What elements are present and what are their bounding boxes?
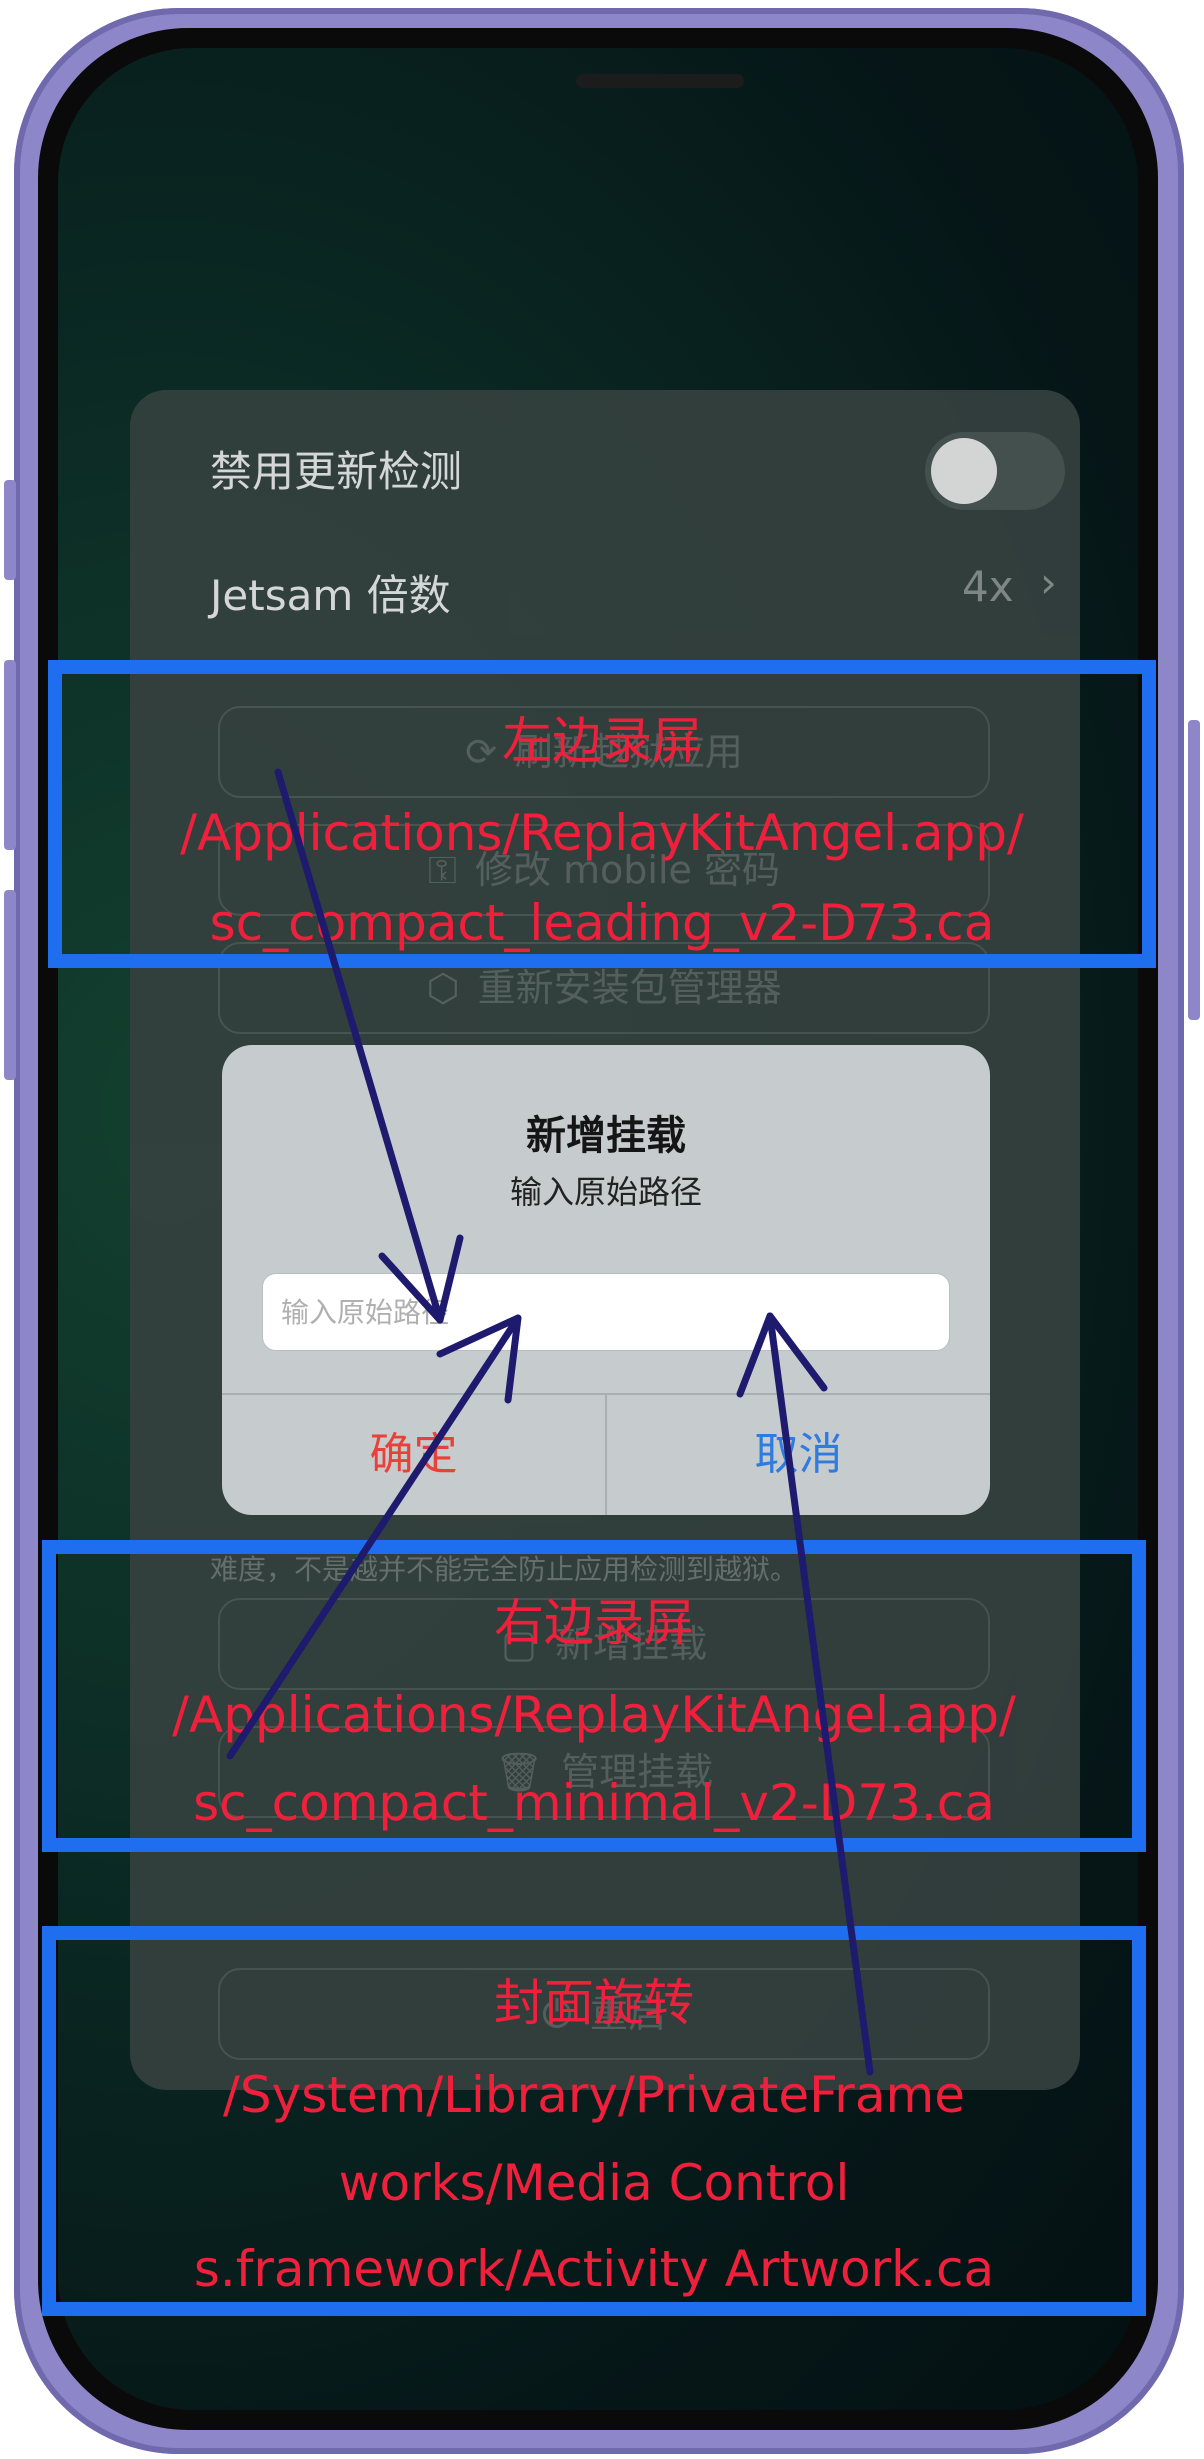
mute-switch [4, 480, 16, 580]
volume-down-button [4, 890, 16, 1080]
annotation-path-line: /Applications/ReplayKitAngel.app/ [180, 804, 1024, 862]
reinstall-label: 重新安装包管理器 [477, 966, 782, 1010]
annotation-box-left-record: 左边录屏 /Applications/ReplayKitAngel.app/ s… [48, 660, 1156, 968]
annotation-title: 封面旋转 [494, 1974, 694, 2032]
volume-up-button [4, 660, 16, 850]
annotation-path-line: sc_compact_leading_v2-D73.ca [209, 894, 995, 952]
annotation-path-line: s.framework/Activity Artwork.ca [193, 2240, 995, 2298]
dialog-title: 新增挂载 [526, 1113, 686, 1159]
toggle-knob [931, 438, 997, 504]
annotation-path-line: works/Media Control [338, 2154, 850, 2212]
disable-update-check-label: 禁用更新检测 [210, 447, 463, 496]
jetsam-multiplier-value[interactable]: 4x [962, 562, 1014, 611]
annotation-box-right-record: 右边录屏 /Applications/ReplayKitAngel.app/ s… [42, 1540, 1146, 1852]
jetsam-multiplier-label: Jetsam 倍数 [210, 571, 451, 620]
original-path-input[interactable] [262, 1273, 950, 1351]
annotation-path-line: sc_compact_minimal_v2-D73.ca [193, 1774, 995, 1832]
confirm-button[interactable]: 确定 [222, 1395, 605, 1515]
speaker-grille [576, 74, 744, 88]
annotation-box-cover-rotation: 封面旋转 /System/Library/PrivateFrame works/… [42, 1926, 1146, 2316]
power-button [1188, 720, 1200, 1020]
annotation-path-line: /Applications/ReplayKitAngel.app/ [172, 1686, 1016, 1744]
annotation-title: 左边录屏 [502, 712, 702, 770]
package-icon: ⬡ [426, 966, 460, 1010]
cancel-button[interactable]: 取消 [607, 1395, 990, 1515]
annotation-title: 右边录屏 [494, 1594, 694, 1652]
dialog-message: 输入原始路径 [509, 1173, 702, 1211]
chevron-right-icon: › [1040, 558, 1057, 607]
add-mount-dialog: 新增挂载 输入原始路径 确定 取消 [222, 1045, 990, 1515]
annotation-path-line: /System/Library/PrivateFrame [223, 2066, 965, 2124]
disable-update-check-toggle[interactable] [925, 432, 1065, 510]
